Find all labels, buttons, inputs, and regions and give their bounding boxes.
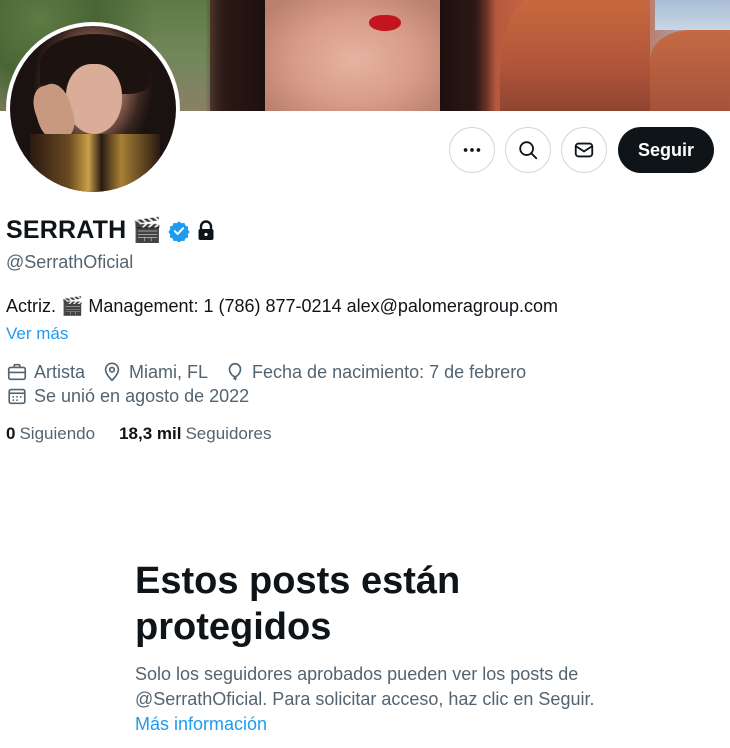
- following-count: 0: [6, 424, 16, 443]
- banner-skin: [255, 0, 455, 111]
- see-more-link[interactable]: Ver más: [6, 324, 68, 344]
- protected-text: Solo los seguidores aprobados pueden ver…: [135, 662, 605, 737]
- banner-lips: [369, 15, 401, 31]
- learn-more-link[interactable]: Más información: [135, 714, 267, 734]
- protected-notice: Estos posts están protegidos Solo los se…: [135, 558, 605, 737]
- meta-location: Miami, FL: [101, 361, 208, 383]
- verified-badge-icon[interactable]: [168, 220, 190, 242]
- banner-rock: [500, 0, 650, 111]
- meta-category: Artista: [6, 361, 85, 383]
- banner-sky: [655, 0, 730, 30]
- avatar-outfit: [30, 134, 160, 192]
- protected-description: Solo los seguidores aprobados pueden ver…: [135, 664, 595, 709]
- profile-handle: @SerrathOficial: [6, 252, 134, 272]
- message-button[interactable]: [560, 127, 607, 173]
- meta-birthday-label: Fecha de nacimiento: 7 de febrero: [252, 361, 527, 382]
- more-button[interactable]: [448, 127, 495, 173]
- following-label: Siguiendo: [19, 424, 96, 443]
- banner-rock-2: [650, 30, 730, 111]
- profile-actions: Seguir: [448, 127, 714, 173]
- profile-meta: Artista Miami, FL Fecha de nacimiento: 7…: [6, 360, 542, 408]
- banner-hair-left: [205, 0, 265, 111]
- profile-bio: Actriz. 🎬 Management: 1 (786) 877-0214 a…: [6, 296, 558, 316]
- banner-hair-right: [440, 0, 495, 111]
- meta-location-label: Miami, FL: [129, 361, 209, 382]
- search-icon: [519, 141, 538, 160]
- profile-name: SERRATH: [6, 216, 127, 244]
- calendar-icon: [8, 388, 26, 405]
- meta-birthday: Fecha de nacimiento: 7 de febrero: [224, 361, 526, 383]
- balloon-icon: [228, 362, 242, 381]
- search-button[interactable]: [504, 127, 551, 173]
- location-pin-icon: [104, 362, 120, 382]
- avatar-image: [10, 26, 176, 192]
- following-link[interactable]: 0 Siguiendo: [6, 424, 95, 444]
- meta-category-label: Artista: [34, 361, 86, 382]
- clapperboard-emoji: 🎬: [132, 216, 163, 244]
- protected-title: Estos posts están protegidos: [135, 560, 461, 648]
- mail-icon: [574, 142, 594, 158]
- followers-count: 18,3 mil: [119, 424, 182, 443]
- meta-joined-label: Se unió en agosto de 2022: [34, 385, 250, 406]
- profile-stats: 0 Siguiendo 18,3 mil Seguidores: [6, 424, 271, 444]
- follow-button[interactable]: Seguir: [617, 127, 714, 173]
- followers-link[interactable]: 18,3 mil Seguidores: [119, 424, 271, 444]
- avatar[interactable]: [6, 22, 180, 196]
- meta-joined: Se unió en agosto de 2022: [6, 385, 249, 407]
- protected-lock-icon[interactable]: [196, 219, 216, 242]
- followers-label: Seguidores: [185, 424, 272, 443]
- profile-name-row: SERRATH 🎬: [6, 216, 216, 245]
- briefcase-icon: [7, 363, 27, 381]
- more-icon: [463, 148, 481, 152]
